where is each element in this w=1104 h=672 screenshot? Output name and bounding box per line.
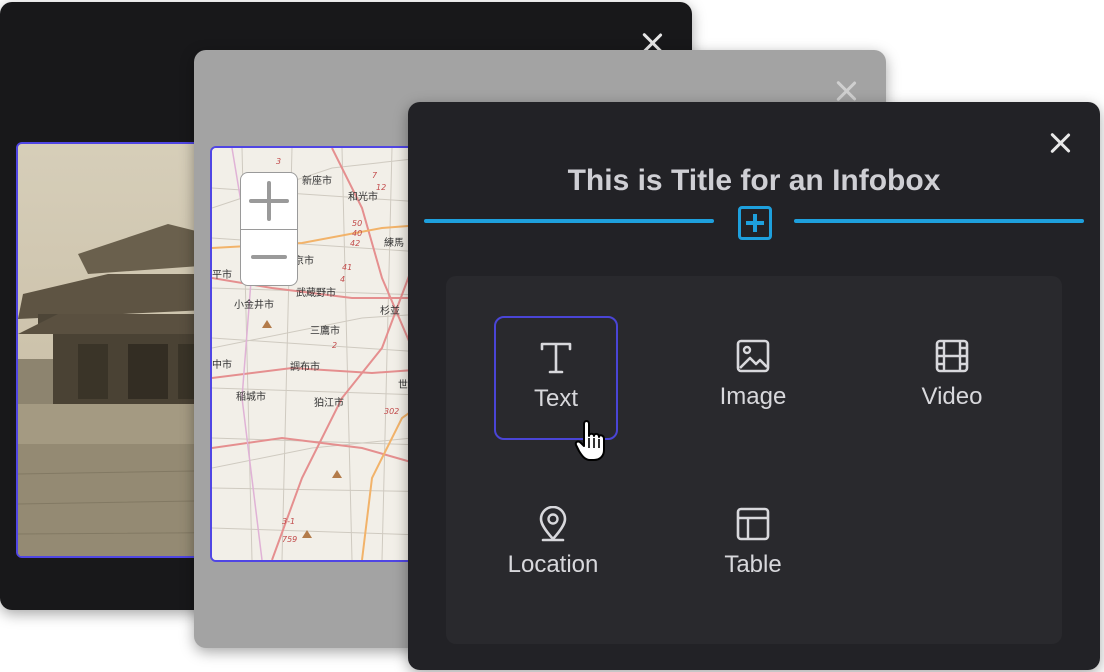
content-option-label: Text <box>533 385 578 412</box>
divider-right <box>794 219 1084 223</box>
plus-icon <box>249 181 289 221</box>
content-option-location[interactable]: Location <box>493 484 613 604</box>
content-type-grid: Text Image Video Location Table <box>446 276 1062 644</box>
text-icon <box>540 342 572 374</box>
map-route-number: 40 <box>352 229 362 238</box>
close-icon[interactable] <box>835 80 857 102</box>
map-route-number: 2 <box>332 341 337 350</box>
map-route-number: 12 <box>376 183 386 192</box>
map-label: 狛江市 <box>314 396 344 409</box>
map-label: 平市 <box>212 268 232 281</box>
map-label: 杉並 <box>380 304 400 317</box>
map-route-number: 42 <box>350 239 360 248</box>
map-route-number: 302 <box>384 407 399 416</box>
map-label: 三鷹市 <box>310 324 340 337</box>
zoom-out-button[interactable] <box>241 229 297 285</box>
location-pin-icon <box>539 506 567 542</box>
map-zoom-control <box>240 172 298 286</box>
add-content-button[interactable] <box>738 206 772 240</box>
map-label: 武蔵野市 <box>296 286 336 299</box>
content-option-label: Video <box>921 383 983 410</box>
content-option-label: Table <box>724 551 782 578</box>
map-label: 練馬 <box>384 236 404 249</box>
close-icon[interactable] <box>1049 132 1071 154</box>
zoom-in-button[interactable] <box>241 173 297 230</box>
table-icon <box>736 507 770 541</box>
image-icon <box>736 339 770 373</box>
map-label: 小金井市 <box>234 298 274 311</box>
map-route-number: 759 <box>282 535 297 544</box>
video-icon <box>935 339 969 373</box>
map-label: 調布市 <box>290 360 320 373</box>
map-route-number: 3-1 <box>282 517 295 526</box>
content-option-video[interactable]: Video <box>892 316 1012 436</box>
map-label: 新座市 <box>302 174 332 187</box>
map-route-number: 4 <box>340 275 345 284</box>
map-label: 世 <box>398 379 408 391</box>
infobox-title: This is Title for an Infobox <box>567 164 941 197</box>
divider-left <box>424 219 714 223</box>
map-label: 稲城市 <box>236 390 266 403</box>
map-label: 中市 <box>212 358 232 371</box>
map-route-number: 41 <box>342 263 352 272</box>
map-route-number: 3 <box>276 157 281 166</box>
content-option-label: Image <box>719 383 787 410</box>
content-option-label: Location <box>507 551 599 578</box>
map-label: 和光市 <box>348 190 378 203</box>
infobox-panel: This is Title for an Infobox Text Image … <box>408 102 1100 670</box>
content-option-image[interactable]: Image <box>693 316 813 436</box>
minus-icon <box>251 255 287 259</box>
map-route-number: 50 <box>352 219 362 228</box>
content-option-table[interactable]: Table <box>693 484 813 604</box>
hand-cursor-icon <box>574 420 605 461</box>
